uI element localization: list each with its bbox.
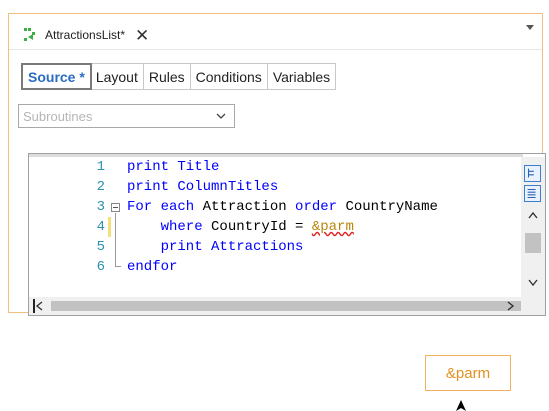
- close-icon[interactable]: ✕: [135, 27, 149, 44]
- code-token: endfor: [127, 259, 178, 275]
- code-token: order: [295, 199, 346, 215]
- scroll-up-icon[interactable]: [528, 211, 538, 219]
- tab-source[interactable]: Source *: [21, 63, 92, 90]
- code-line-3: For each Attraction order CountryName: [127, 197, 438, 217]
- code-token: print ColumnTitles: [127, 179, 279, 195]
- code-token-variable: &parm: [311, 219, 354, 235]
- line-number-gutter: 1 2 3 4 5 6: [29, 157, 109, 297]
- scroll-right-icon[interactable]: [507, 301, 515, 311]
- horizontal-scroll-thumb[interactable]: [51, 301, 521, 311]
- code-token: print Attractions: [127, 239, 304, 255]
- vertical-scroll-thumb[interactable]: [525, 233, 541, 253]
- chevron-down-icon: [216, 113, 226, 119]
- document-tab-title: AttractionsList*: [45, 28, 126, 42]
- code-token: For each: [127, 199, 203, 215]
- document-tab-bar: AttractionsList* ✕: [9, 14, 542, 50]
- line-number: 2: [96, 179, 105, 195]
- subroutines-select-value: Subroutines: [23, 109, 93, 124]
- code-token: Attraction: [202, 199, 296, 215]
- code-token: CountryId =: [211, 219, 312, 235]
- code-token: print Title: [127, 159, 220, 175]
- document-tab[interactable]: AttractionsList* ✕: [19, 22, 149, 48]
- editor-corner-mark: [33, 299, 35, 313]
- vertical-scrollbar[interactable]: [521, 157, 545, 297]
- code-line-2: print ColumnTitles: [127, 177, 278, 197]
- code-token: CountryName: [345, 199, 438, 215]
- object-editor-window: AttractionsList* ✕ Source * Layout Rules…: [8, 13, 546, 316]
- horizontal-scrollbar[interactable]: [29, 297, 545, 315]
- fold-guide-end: [115, 266, 121, 267]
- tab-layout[interactable]: Layout: [91, 64, 144, 89]
- list-icon[interactable]: [524, 185, 541, 202]
- line-number: 1: [96, 159, 105, 175]
- code-line-1: print Title: [127, 157, 219, 177]
- fold-collapse-icon[interactable]: [111, 203, 120, 212]
- line-number: 4: [96, 219, 105, 235]
- tab-rules[interactable]: Rules: [144, 64, 191, 89]
- scroll-down-icon[interactable]: [528, 279, 538, 287]
- part-tabs: Source * Layout Rules Conditions Variabl…: [21, 63, 337, 90]
- object-icon: [24, 28, 35, 41]
- changed-line-marker: [108, 217, 111, 237]
- fold-guide: [115, 213, 116, 266]
- line-number: 3: [96, 199, 105, 215]
- line-number: 5: [96, 239, 105, 255]
- code-line-4: where CountryId = &parm: [127, 217, 354, 237]
- dropdown-arrow-icon[interactable]: [526, 25, 534, 30]
- tab-conditions[interactable]: Conditions: [191, 64, 268, 89]
- outline-icon[interactable]: [524, 165, 541, 182]
- code-token: where: [127, 219, 212, 235]
- line-number: 6: [96, 259, 105, 275]
- code-area[interactable]: print Title print ColumnTitles For each …: [127, 157, 523, 297]
- code-line-6: endfor: [127, 257, 177, 277]
- mouse-cursor-icon: [456, 400, 466, 411]
- tab-variables[interactable]: Variables: [268, 64, 335, 89]
- scroll-left-icon[interactable]: [35, 301, 43, 311]
- code-line-5: print Attractions: [127, 237, 304, 257]
- subroutines-select[interactable]: Subroutines: [18, 104, 235, 128]
- parameter-badge: &parm: [425, 355, 511, 391]
- code-editor[interactable]: 1 2 3 4 5 6 print Title print ColumnTitl…: [28, 153, 546, 316]
